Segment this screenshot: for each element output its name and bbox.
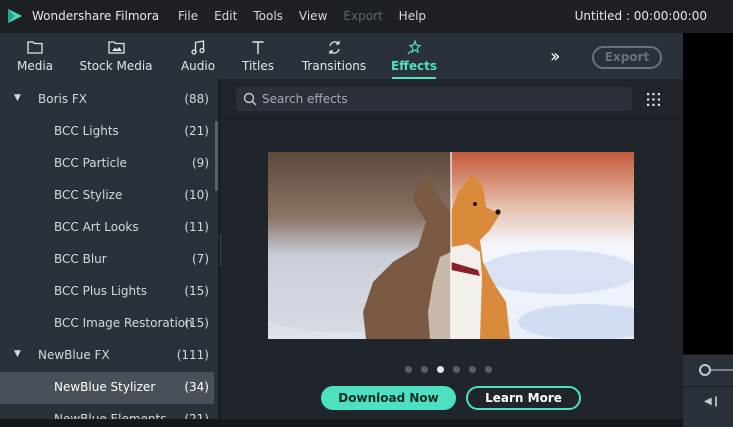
- carousel-dot[interactable]: [453, 366, 460, 373]
- menu-bar: Wondershare Filmora File Edit Tools View…: [0, 0, 733, 33]
- image-folder-icon: [107, 37, 125, 57]
- download-now-button[interactable]: Download Now: [321, 386, 456, 410]
- expand-chevrons-icon[interactable]: ››: [550, 46, 561, 67]
- search-icon: [243, 92, 257, 106]
- text-t-icon: [251, 37, 265, 57]
- tab-transitions[interactable]: Transitions: [302, 33, 366, 79]
- carousel-dot[interactable]: [469, 366, 476, 373]
- caret-down-icon: ▼: [14, 349, 21, 359]
- menu-list: File Edit Tools View Export Help: [178, 9, 442, 23]
- carousel-dot-active[interactable]: [437, 366, 444, 373]
- search-input[interactable]: [262, 87, 622, 111]
- carousel-dot[interactable]: [405, 366, 412, 373]
- carousel-dot[interactable]: [421, 366, 428, 373]
- tree-item-bcc-lights[interactable]: BCC Lights (21): [0, 116, 214, 148]
- app-name: Wondershare Filmora: [32, 9, 160, 23]
- tab-effects[interactable]: Effects: [391, 33, 437, 79]
- menu-view[interactable]: View: [299, 9, 327, 23]
- project-title: Untitled : 00:00:00:00: [574, 9, 707, 23]
- export-button[interactable]: Export: [592, 46, 662, 69]
- learn-more-button[interactable]: Learn More: [466, 386, 581, 410]
- step-back-icon[interactable]: ◀❙: [704, 396, 720, 407]
- menu-edit[interactable]: Edit: [214, 9, 237, 23]
- effect-preview-image: [268, 152, 634, 339]
- volume-slider-knob[interactable]: [699, 364, 711, 376]
- tree-item-newblue-stylizer[interactable]: NewBlue Stylizer (34): [0, 372, 214, 404]
- player-divider: [683, 386, 733, 387]
- sparkle-icon: [406, 37, 422, 57]
- tab-titles[interactable]: Titles: [242, 33, 274, 79]
- tree-group-boris-fx[interactable]: ▼ Boris FX (88): [0, 84, 214, 116]
- menu-help[interactable]: Help: [399, 9, 426, 23]
- folder-icon: [27, 37, 43, 57]
- tree-item-bcc-blur[interactable]: BCC Blur (7): [0, 244, 214, 276]
- menu-export: Export: [343, 9, 383, 23]
- menu-file[interactable]: File: [178, 9, 198, 23]
- tree-item-bcc-particle[interactable]: BCC Particle (9): [0, 148, 214, 180]
- tab-media[interactable]: Media: [17, 33, 53, 79]
- menu-tools[interactable]: Tools: [253, 9, 283, 23]
- transition-arrows-icon: [327, 37, 342, 57]
- timeline-edge: [0, 419, 683, 427]
- tree-item-bcc-stylize[interactable]: BCC Stylize (10): [0, 180, 214, 212]
- grid-view-icon[interactable]: [646, 92, 661, 107]
- carousel-dot[interactable]: [485, 366, 492, 373]
- carousel-dots: [405, 366, 501, 373]
- search-divider: [221, 118, 683, 119]
- effects-category-panel: ▼ Boris FX (88) BCC Lights (21) BCC Part…: [0, 79, 218, 427]
- tree-item-bcc-art-looks[interactable]: BCC Art Looks (11): [0, 212, 214, 244]
- music-note-icon: [191, 37, 205, 57]
- tree-item-bcc-image-restoration[interactable]: BCC Image Restoration (15): [0, 308, 214, 340]
- tree-group-newblue-fx[interactable]: ▼ NewBlue FX (111): [0, 340, 214, 372]
- tree-item-bcc-plus-lights[interactable]: BCC Plus Lights (15): [0, 276, 214, 308]
- tab-stock-media[interactable]: Stock Media: [79, 33, 153, 79]
- tab-audio[interactable]: Audio: [181, 33, 215, 79]
- caret-down-icon: ▼: [14, 93, 21, 103]
- category-scrollbar[interactable]: [215, 121, 218, 191]
- toolbar: Media Stock Media Audio Titles Transitio…: [0, 33, 683, 79]
- filmora-logo-icon: [8, 9, 22, 23]
